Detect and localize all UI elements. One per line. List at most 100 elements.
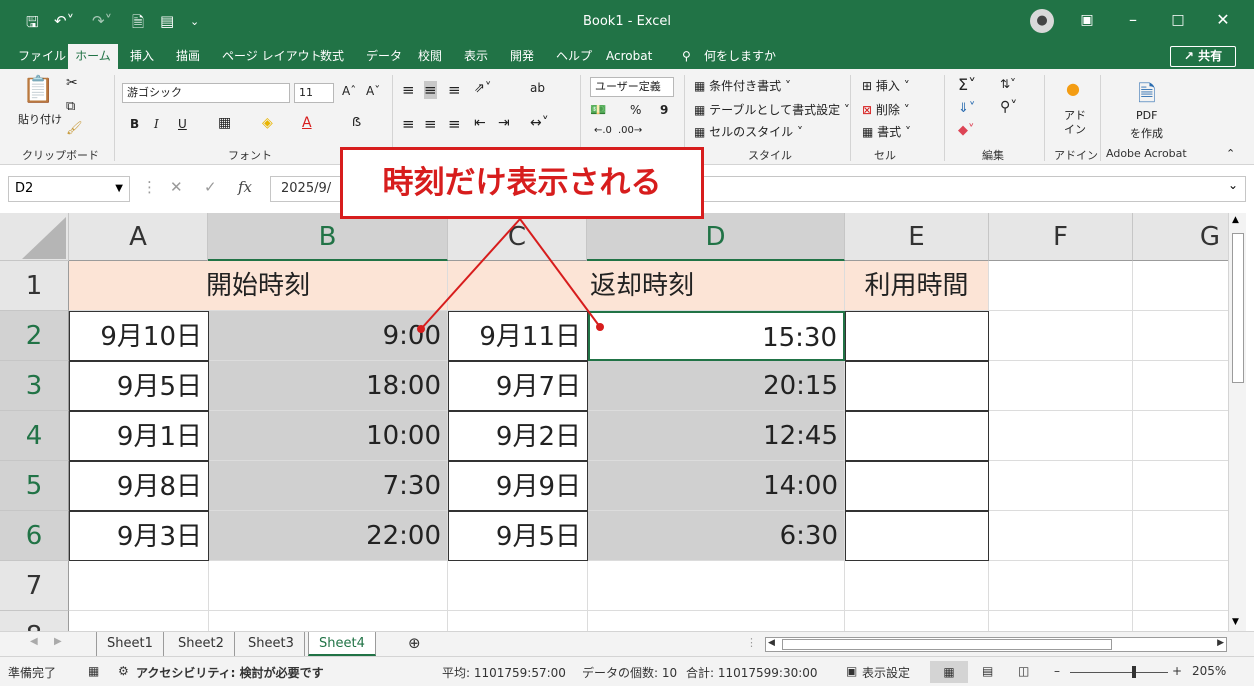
cell-b6[interactable]: 22:00 [209, 511, 448, 561]
font-size-select[interactable]: 11 [294, 83, 334, 103]
align-left-icon[interactable]: ≡ [402, 115, 415, 133]
accessibility-status[interactable]: アクセシビリティ: 検討が必要です [136, 664, 324, 681]
zoom-in-icon[interactable]: + [1172, 664, 1182, 678]
row-header-2[interactable]: 2 [0, 311, 69, 361]
increase-decimal-icon[interactable]: ←.0 [594, 125, 612, 136]
align-top-icon[interactable]: ≡ [402, 81, 415, 99]
cell[interactable] [989, 361, 1133, 411]
cell[interactable] [845, 561, 989, 611]
sheet-tab-3[interactable]: Sheet3 [238, 632, 305, 656]
align-middle-icon[interactable]: ≡ [424, 81, 437, 99]
cell[interactable] [989, 561, 1133, 611]
cell-e5[interactable] [845, 461, 989, 511]
macro-record-icon[interactable]: ▦ [88, 664, 99, 678]
delete-cells-button[interactable]: ⊠ 削除 ˅ [862, 101, 910, 118]
cell-b3[interactable]: 18:00 [209, 361, 448, 411]
cell[interactable] [989, 261, 1133, 311]
font-name-select[interactable]: 游ゴシック [122, 83, 290, 103]
select-all-button[interactable] [0, 213, 69, 261]
cell-e2[interactable] [845, 311, 989, 361]
cell[interactable] [989, 511, 1133, 561]
cell-d5[interactable]: 14:00 [588, 461, 845, 511]
row-header-7[interactable]: 7 [0, 561, 69, 611]
sheet-tab-1[interactable]: Sheet1 [96, 632, 164, 656]
tab-file[interactable]: ファイル [14, 44, 70, 69]
tab-insert[interactable]: 挿入 [126, 44, 158, 69]
prev-sheet-icon[interactable]: ◀ [30, 636, 38, 647]
cell[interactable] [209, 561, 448, 611]
cell-c4[interactable]: 9月2日 [448, 411, 588, 461]
cell-c3[interactable]: 9月7日 [448, 361, 588, 411]
tab-formulas[interactable]: 数式 [316, 44, 348, 69]
share-button[interactable]: ↗ 共有 [1170, 46, 1236, 67]
cell-b5[interactable]: 7:30 [209, 461, 448, 511]
tab-page-layout[interactable]: ページ レイアウト [218, 44, 326, 69]
column-header-b[interactable]: B [208, 213, 448, 261]
number-format-select[interactable]: ユーザー定義 [590, 77, 674, 97]
vertical-scrollbar[interactable]: ▲ ▼ [1228, 213, 1246, 631]
cell-c2[interactable]: 9月11日 [448, 311, 588, 361]
decrease-indent-icon[interactable]: ⇤ [474, 115, 486, 131]
column-header-a[interactable]: A [69, 213, 208, 261]
cell[interactable] [1133, 611, 1228, 631]
shrink-font-icon[interactable]: Aˇ [366, 84, 380, 98]
name-box[interactable]: D2 ▼ [8, 176, 130, 202]
paste-button[interactable]: 貼り付け [18, 111, 62, 127]
column-header-e[interactable]: E [845, 213, 989, 261]
cell[interactable] [1133, 261, 1228, 311]
account-avatar-icon[interactable]: ● [1030, 9, 1054, 33]
cell[interactable] [989, 411, 1133, 461]
row-header-8[interactable]: 8 [0, 611, 69, 631]
minimize-icon[interactable]: – [1118, 10, 1148, 29]
increase-indent-icon[interactable]: ⇥ [498, 115, 510, 131]
tab-view[interactable]: 表示 [460, 44, 492, 69]
cell[interactable] [209, 611, 448, 631]
cancel-icon[interactable]: ✕ [170, 178, 183, 196]
zoom-slider[interactable] [1070, 672, 1168, 673]
cell-b4[interactable]: 10:00 [209, 411, 448, 461]
fill-icon[interactable]: ⇓˅ [958, 101, 975, 116]
row-header-5[interactable]: 5 [0, 461, 69, 511]
cut-icon[interactable]: ✂ [66, 75, 78, 91]
normal-view-icon[interactable]: ▦ [930, 661, 968, 683]
merge-center-icon[interactable]: ↔˅ [530, 115, 549, 131]
header-start-time[interactable]: 開始時刻 [69, 261, 448, 311]
row-header-1[interactable]: 1 [0, 261, 69, 311]
cell-a5[interactable]: 9月8日 [69, 461, 209, 511]
cell-d2-active[interactable]: 15:30 [588, 311, 845, 361]
percent-button[interactable]: % [630, 103, 641, 117]
cell-e4[interactable] [845, 411, 989, 461]
lightbulb-icon[interactable]: ⚲ [678, 44, 695, 69]
insert-cells-button[interactable]: ⊞ 挿入 ˅ [862, 77, 910, 94]
zoom-level[interactable]: 205% [1192, 664, 1226, 678]
cell-c5[interactable]: 9月9日 [448, 461, 588, 511]
cell[interactable] [588, 611, 845, 631]
row-header-3[interactable]: 3 [0, 361, 69, 411]
column-header-c[interactable]: C [448, 213, 587, 261]
underline-button[interactable]: U [178, 117, 187, 131]
column-header-d[interactable]: D [587, 213, 845, 261]
vertical-scroll-thumb[interactable] [1232, 233, 1244, 383]
accounting-format-icon[interactable]: 💵 [590, 103, 606, 118]
sum-value[interactable]: 合計: 11017599:30:00 [686, 664, 818, 681]
cell[interactable] [69, 561, 209, 611]
zoom-out-icon[interactable]: – [1054, 664, 1060, 678]
scroll-up-icon[interactable]: ▲ [1232, 215, 1239, 225]
enter-icon[interactable]: ✓ [204, 178, 217, 196]
next-sheet-icon[interactable]: ▶ [54, 636, 62, 647]
cell[interactable] [989, 311, 1133, 361]
count-value[interactable]: データの個数: 10 [582, 664, 677, 681]
tab-review[interactable]: 校閲 [414, 44, 446, 69]
cell[interactable] [448, 611, 588, 631]
cell-d4[interactable]: 12:45 [588, 411, 845, 461]
column-header-g[interactable]: G [1133, 213, 1228, 261]
tab-home[interactable]: ホーム [68, 44, 118, 69]
decrease-decimal-icon[interactable]: .00→ [618, 125, 642, 136]
header-return-time[interactable]: 返却時刻 [448, 261, 845, 311]
ribbon-display-icon[interactable]: ▣ [1072, 12, 1102, 28]
cell[interactable] [588, 561, 845, 611]
paste-icon[interactable]: 📋 [22, 75, 54, 105]
scroll-left-icon[interactable]: ◀ [768, 638, 775, 648]
cell[interactable] [989, 461, 1133, 511]
bold-button[interactable]: B [130, 117, 139, 131]
